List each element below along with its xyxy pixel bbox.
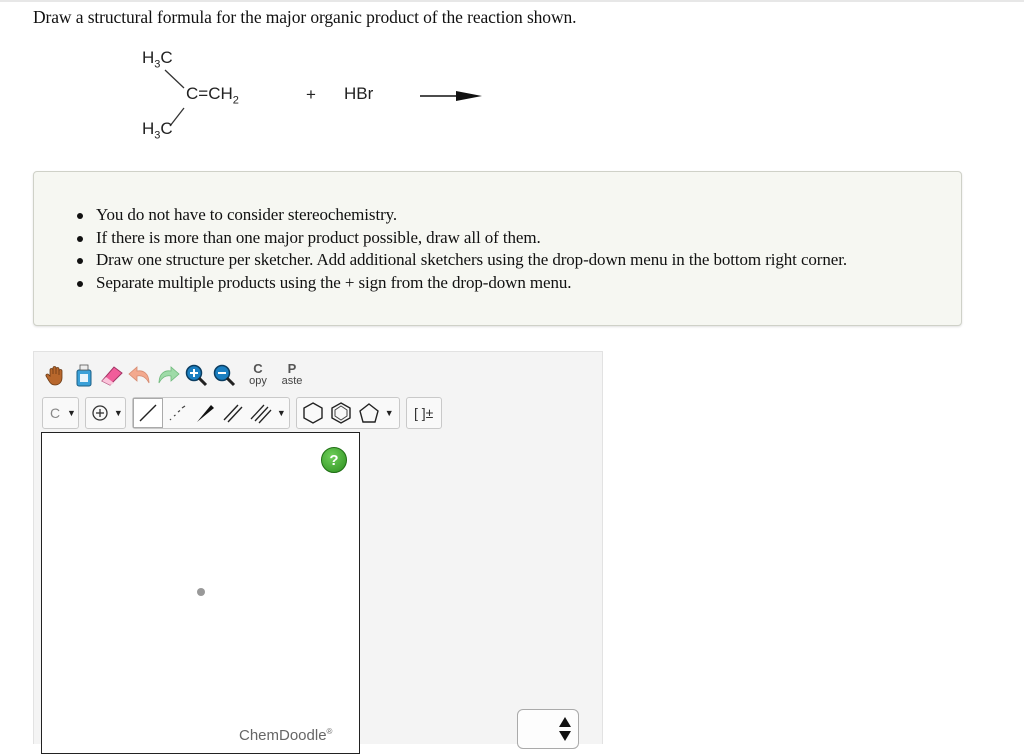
- instruction-item: Draw one structure per sketcher. Add add…: [77, 249, 847, 272]
- question-text: Draw a structural formula for the major …: [33, 7, 577, 27]
- toolbar-bottom: C ▼ ▼ ▼ ▼ []±: [42, 396, 448, 430]
- instructions-box: You do not have to consider stereochemis…: [33, 171, 962, 326]
- add-sketcher-dropdown[interactable]: [517, 709, 579, 749]
- atom-label: C: [49, 405, 61, 421]
- paste-button[interactable]: Paste: [278, 360, 306, 390]
- wedge-bond-icon[interactable]: [191, 398, 219, 428]
- chemdoodle-sketcher: Copy Paste C ▼ ▼ ▼ ▼ []± ? ChemDoodle®: [33, 351, 603, 754]
- instruction-item: You do not have to consider stereochemis…: [77, 204, 847, 227]
- caret-down-icon[interactable]: ▼: [385, 408, 394, 418]
- carbon-label: C=CH2: [186, 84, 239, 107]
- bracket-label: [ ]±: [414, 405, 434, 421]
- methyl-bottom-label: H3C: [142, 119, 173, 142]
- caret-down-icon: ▼: [113, 408, 123, 418]
- reagent-label: HBr: [344, 84, 374, 103]
- zoom-out-icon[interactable]: [210, 360, 238, 390]
- reaction-bonds: [164, 69, 482, 127]
- caret-down-icon[interactable]: ▼: [277, 408, 286, 418]
- benzene-icon[interactable]: [327, 398, 355, 428]
- zoom-in-icon[interactable]: [182, 360, 210, 390]
- triple-bond-icon[interactable]: [247, 398, 275, 428]
- eraser-icon[interactable]: [98, 360, 126, 390]
- copy-button[interactable]: Copy: [244, 360, 272, 390]
- instructions-list: You do not have to consider stereochemis…: [77, 204, 847, 295]
- drawing-canvas[interactable]: ? ChemDoodle®: [41, 432, 360, 754]
- bond-tools: ▼: [131, 397, 290, 429]
- help-button[interactable]: ?: [321, 447, 347, 473]
- instruction-item: If there is more than one major product …: [77, 227, 847, 250]
- plus-sign: +: [306, 85, 316, 104]
- charge-plus-icon: [88, 398, 112, 428]
- instruction-item: Separate multiple products using the + s…: [77, 272, 847, 295]
- chemdoodle-logo: ChemDoodle®: [239, 727, 333, 744]
- methyl-top-label: H3C: [142, 48, 173, 71]
- hashed-bond-icon[interactable]: [163, 398, 191, 428]
- ring-tools: ▼: [295, 397, 400, 429]
- cyclohexane-icon[interactable]: [299, 398, 327, 428]
- updown-arrows-icon: [559, 717, 571, 741]
- single-bond-icon[interactable]: [132, 398, 163, 428]
- toolbar-top: Copy Paste: [42, 358, 306, 392]
- cyclopentane-icon[interactable]: [355, 398, 383, 428]
- reaction-scheme: H3C C=CH2 H3C + HBr: [120, 48, 540, 158]
- redo-icon[interactable]: [154, 360, 182, 390]
- double-bond-icon[interactable]: [219, 398, 247, 428]
- caret-down-icon: ▼: [67, 408, 76, 418]
- charge-dropdown[interactable]: ▼: [84, 397, 126, 429]
- clear-canvas-icon[interactable]: [70, 360, 98, 390]
- top-border: [0, 0, 1024, 2]
- atom-dropdown[interactable]: C ▼: [42, 397, 79, 429]
- undo-icon[interactable]: [126, 360, 154, 390]
- hand-icon[interactable]: [42, 360, 70, 390]
- cursor-dot: [197, 588, 205, 596]
- bracket-button[interactable]: [ ]±: [405, 397, 442, 429]
